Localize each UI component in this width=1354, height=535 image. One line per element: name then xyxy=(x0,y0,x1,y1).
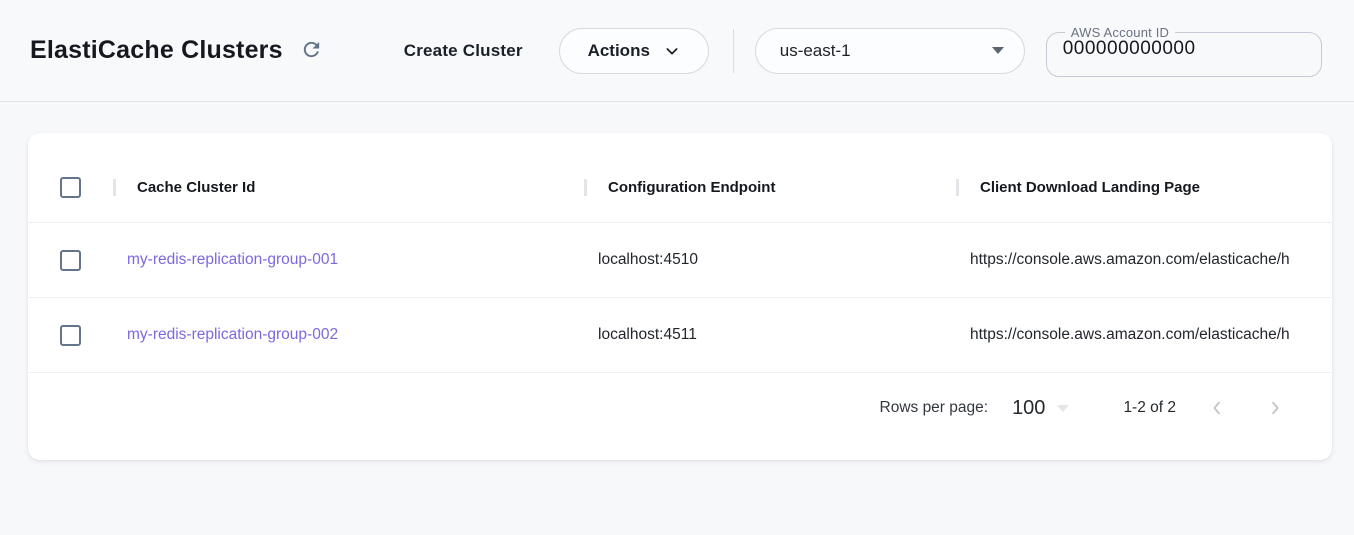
cache-cluster-id-cell: my-redis-replication-group-001 xyxy=(113,251,584,269)
table-pagination: Rows per page: 100 1-2 of 2 xyxy=(28,373,1332,443)
rows-per-page-value: 100 xyxy=(1012,397,1045,420)
clusters-table-card: Cache Cluster Id Configuration Endpoint … xyxy=(28,133,1332,460)
actions-button[interactable]: Actions xyxy=(559,28,709,74)
create-cluster-button[interactable]: Create Cluster xyxy=(404,41,523,61)
chevron-right-icon xyxy=(1266,399,1284,417)
row-checkbox[interactable] xyxy=(60,325,81,346)
column-header-cache-cluster-id[interactable]: Cache Cluster Id xyxy=(113,179,584,196)
cluster-link[interactable]: my-redis-replication-group-002 xyxy=(127,326,338,343)
chevron-left-icon xyxy=(1208,399,1226,417)
client-download-landing-page-cell: https://console.aws.amazon.com/elasticac… xyxy=(956,326,1332,344)
column-header-configuration-endpoint[interactable]: Configuration Endpoint xyxy=(584,179,956,196)
page-header: ElastiCache Clusters Create Cluster Acti… xyxy=(0,0,1354,102)
refresh-icon xyxy=(300,38,323,64)
aws-account-id-field: AWS Account ID xyxy=(1046,25,1322,77)
header-divider xyxy=(733,29,734,73)
row-checkbox-cell xyxy=(28,325,113,346)
aws-account-id-input[interactable] xyxy=(1063,38,1305,60)
region-select[interactable]: us-east-1 xyxy=(755,28,1025,74)
refresh-button[interactable] xyxy=(298,37,326,65)
table-row: my-redis-replication-group-002 localhost… xyxy=(28,298,1332,373)
select-all-checkbox[interactable] xyxy=(60,177,81,198)
configuration-endpoint-cell: localhost:4511 xyxy=(584,326,956,344)
rows-per-page-label: Rows per page: xyxy=(880,399,989,417)
previous-page-button[interactable] xyxy=(1200,391,1234,425)
page-title: ElastiCache Clusters xyxy=(30,36,283,65)
rows-per-page-select[interactable]: 100 xyxy=(1012,397,1069,420)
chevron-down-icon xyxy=(664,43,680,59)
table-row: my-redis-replication-group-001 localhost… xyxy=(28,223,1332,298)
actions-button-label: Actions xyxy=(588,41,650,61)
cache-cluster-id-cell: my-redis-replication-group-002 xyxy=(113,326,584,344)
row-checkbox[interactable] xyxy=(60,250,81,271)
pagination-range-label: 1-2 of 2 xyxy=(1123,399,1176,417)
configuration-endpoint-cell: localhost:4510 xyxy=(584,251,956,269)
cluster-link[interactable]: my-redis-replication-group-001 xyxy=(127,251,338,268)
column-header-client-download-landing-page[interactable]: Client Download Landing Page xyxy=(956,179,1332,196)
rows-per-page-caret-icon xyxy=(1057,405,1069,412)
next-page-button[interactable] xyxy=(1258,391,1292,425)
row-checkbox-cell xyxy=(28,250,113,271)
region-select-value: us-east-1 xyxy=(780,41,851,61)
header-checkbox-cell xyxy=(28,177,113,198)
dropdown-caret-icon xyxy=(992,47,1004,54)
title-group: ElastiCache Clusters xyxy=(30,36,326,65)
client-download-landing-page-cell: https://console.aws.amazon.com/elasticac… xyxy=(956,251,1332,269)
table-header-row: Cache Cluster Id Configuration Endpoint … xyxy=(28,153,1332,223)
